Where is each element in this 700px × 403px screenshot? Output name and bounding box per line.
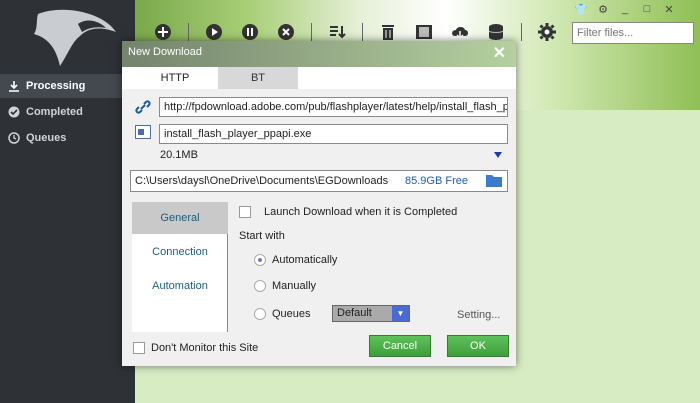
tab-connection[interactable]: Connection xyxy=(132,236,228,268)
launch-checkbox[interactable] xyxy=(239,206,251,218)
filename-field[interactable]: install_flash_player_ppapi.exe xyxy=(159,124,508,144)
radio-automatically-label: Automatically xyxy=(272,254,338,266)
dialog-title: New Download xyxy=(128,46,202,58)
sidebar-item-queues[interactable]: Queues xyxy=(0,126,135,150)
tab-http[interactable]: HTTP xyxy=(132,67,218,89)
minimize-button[interactable]: _ xyxy=(616,2,634,16)
save-path-text: C:\Users\daysl\OneDrive\Documents\EGDown… xyxy=(135,175,389,187)
queue-select-arrow[interactable]: ▼ xyxy=(392,306,409,321)
close-window-button[interactable]: ✕ xyxy=(660,2,678,16)
clock-icon xyxy=(8,132,20,144)
minimize-icon: _ xyxy=(621,3,629,15)
start-with-label: Start with xyxy=(239,230,285,242)
window-controls: 👕 ⚙ _ □ ✕ xyxy=(572,2,678,16)
pause-icon xyxy=(242,24,258,40)
dialog-close-button[interactable]: ✕ xyxy=(493,43,506,63)
dont-monitor-label: Don't Monitor this Site xyxy=(151,342,259,354)
sort-icon xyxy=(330,26,346,39)
launch-label: Launch Download when it is Completed xyxy=(264,206,458,218)
tab-automation[interactable]: Automation xyxy=(132,270,228,302)
radio-manually[interactable] xyxy=(254,280,266,292)
tab-bt[interactable]: BT xyxy=(218,67,298,89)
trash-icon xyxy=(382,25,394,40)
cloud-download-icon xyxy=(452,27,468,40)
radio-queues[interactable] xyxy=(254,308,266,320)
cancel-button[interactable]: Cancel xyxy=(369,335,431,357)
cancel-icon xyxy=(278,24,294,40)
sidebar-item-processing[interactable]: Processing xyxy=(0,74,135,98)
settings-button[interactable] xyxy=(534,19,560,45)
url-field[interactable]: http://fpdownload.adobe.com/pub/flashpla… xyxy=(159,97,508,117)
video-icon xyxy=(416,25,432,39)
gear-icon xyxy=(538,23,556,41)
toolbar-divider xyxy=(311,23,312,41)
setting-link[interactable]: Setting... xyxy=(457,309,500,321)
options-nav: General Connection Automation xyxy=(132,202,228,332)
dialog-body: http://fpdownload.adobe.com/pub/flashpla… xyxy=(122,89,516,366)
database-icon xyxy=(488,24,504,40)
shirt-icon: 👕 xyxy=(574,3,588,16)
toolbar-divider xyxy=(188,23,189,41)
toolbar-divider xyxy=(521,23,522,41)
sidebar-item-completed[interactable]: Completed xyxy=(0,100,135,124)
maximize-button[interactable]: □ xyxy=(638,2,656,16)
dialog-titlebar: New Download xyxy=(122,41,516,67)
toolbar-divider xyxy=(362,23,363,41)
download-icon xyxy=(9,81,19,92)
sidebar-item-label: Queues xyxy=(26,132,67,144)
sidebar: Processing Completed Queues xyxy=(0,0,135,403)
link-icon xyxy=(135,100,151,114)
add-icon xyxy=(155,24,171,40)
chevron-down-icon[interactable] xyxy=(494,152,502,158)
close-icon: ✕ xyxy=(664,3,674,16)
file-icon xyxy=(135,125,151,139)
check-circle-icon xyxy=(8,106,20,118)
dont-monitor-checkbox[interactable] xyxy=(133,342,145,354)
file-size-label: 20.1MB xyxy=(160,149,198,161)
eagle-logo-icon xyxy=(34,9,116,66)
settings-menu-button[interactable]: ⚙ xyxy=(594,2,612,16)
tab-general[interactable]: General xyxy=(132,202,228,234)
ok-button[interactable]: OK xyxy=(447,335,509,357)
close-icon: ✕ xyxy=(492,45,506,62)
sidebar-item-label: Processing xyxy=(26,80,86,92)
new-download-dialog: New Download ✕ HTTP BT http://fpdownload… xyxy=(122,41,516,366)
queue-select-value: Default xyxy=(337,307,372,319)
radio-automatically[interactable] xyxy=(254,254,266,266)
free-space-label: 85.9GB Free xyxy=(405,175,468,187)
play-icon xyxy=(206,24,222,40)
maximize-icon: □ xyxy=(643,3,651,15)
folder-icon[interactable] xyxy=(486,173,502,187)
radio-queues-label: Queues xyxy=(272,308,311,320)
protocol-tabs: HTTP BT xyxy=(132,67,298,89)
sidebar-item-label: Completed xyxy=(26,106,83,118)
skin-button[interactable]: 👕 xyxy=(572,2,590,16)
chevron-down-icon: ▼ xyxy=(396,309,405,318)
filter-files-input[interactable] xyxy=(572,22,694,44)
cog-small-icon: ⚙ xyxy=(598,3,608,16)
radio-manually-label: Manually xyxy=(272,280,317,292)
